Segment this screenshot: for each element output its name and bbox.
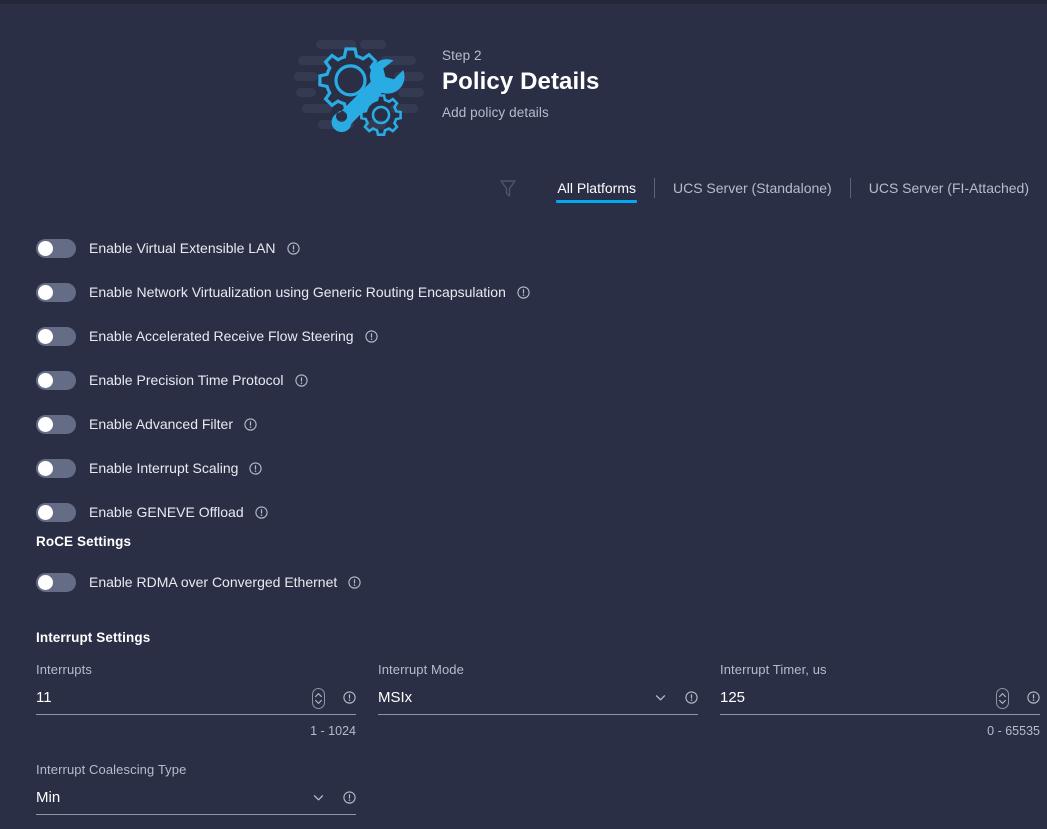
field-label: Interrupt Mode	[378, 662, 464, 677]
toggle-label: Enable Accelerated Receive Flow Steering	[89, 328, 354, 344]
filter-funnel-icon[interactable]	[495, 175, 521, 201]
page-header: Step 2 Policy Details Add policy details	[0, 26, 1047, 146]
info-circle-icon[interactable]	[249, 461, 263, 475]
interrupt-settings-fields: Interrupts 11 1 - 1024 Interrupt Mode MS	[36, 662, 1040, 738]
info-circle-icon[interactable]	[1027, 691, 1040, 704]
toggle-enable-geneve-offload[interactable]	[36, 502, 76, 522]
chevron-down-icon[interactable]	[654, 691, 667, 704]
toggle-row-geneve-offload: Enable GENEVE Offload	[36, 490, 1026, 534]
field-control[interactable]: MSIx	[378, 685, 698, 715]
toggle-label: Enable Interrupt Scaling	[89, 460, 239, 476]
interrupt-mode-value: MSIx	[378, 688, 413, 706]
tab-label: UCS Server (FI-Attached)	[868, 180, 1029, 196]
toggle-row-network-virtualization-gre: Enable Network Virtualization using Gene…	[36, 270, 1026, 314]
toggle-knob	[38, 284, 53, 300]
toggle-row-precision-time-protocol: Enable Precision Time Protocol	[36, 358, 1026, 402]
field-label: Interrupt Coalescing Type	[36, 762, 187, 777]
field-control[interactable]: Min	[36, 785, 356, 815]
toggle-label: Enable Advanced Filter	[89, 416, 233, 432]
toggle-enable-virtual-extensible-lan[interactable]	[36, 238, 76, 258]
header-text-block: Step 2 Policy Details Add policy details	[442, 48, 599, 124]
toggle-label: Enable RDMA over Converged Ethernet	[89, 574, 338, 590]
tab-list: All Platforms UCS Server (Standalone) UC…	[539, 168, 1047, 208]
toggle-knob	[38, 416, 53, 432]
info-circle-icon[interactable]	[294, 373, 308, 387]
toggle-label: Enable Precision Time Protocol	[89, 372, 284, 388]
toggle-enable-rdma-over-converged-ethernet[interactable]	[36, 572, 76, 592]
toggle-row-accelerated-receive-flow-steering: Enable Accelerated Receive Flow Steering	[36, 314, 1026, 358]
toggle-knob	[38, 574, 53, 590]
tab-ucs-server-standalone[interactable]: UCS Server (Standalone)	[655, 168, 850, 208]
toggle-enable-advanced-filter[interactable]	[36, 414, 76, 434]
interrupt-settings-heading: Interrupt Settings	[36, 630, 151, 645]
info-circle-icon[interactable]	[685, 691, 698, 704]
page-subtitle: Add policy details	[442, 105, 549, 120]
interrupt-timer-stepper[interactable]	[996, 687, 1009, 709]
info-circle-icon[interactable]	[343, 691, 356, 704]
toggle-knob	[38, 504, 53, 520]
field-interrupts: Interrupts 11 1 - 1024	[36, 662, 356, 738]
interrupts-range-hint: 1 - 1024	[310, 724, 356, 738]
info-circle-icon[interactable]	[286, 241, 300, 255]
field-interrupt-timer: Interrupt Timer, us 125 0 - 65535	[720, 662, 1040, 738]
roce-toggle-list: Enable RDMA over Converged Ethernet	[36, 560, 836, 604]
toggle-knob	[38, 240, 53, 256]
step-label: Step 2	[442, 48, 482, 63]
tab-label: UCS Server (Standalone)	[672, 180, 832, 196]
field-row-1: Interrupts 11 1 - 1024 Interrupt Mode MS	[36, 662, 1040, 738]
interrupt-coalescing-type-value: Min	[36, 788, 61, 806]
toggle-row-virtual-extensible-lan: Enable Virtual Extensible LAN	[36, 226, 1026, 270]
field-control: 11	[36, 685, 356, 715]
toggle-enable-precision-time-protocol[interactable]	[36, 370, 76, 390]
toggle-knob	[38, 328, 53, 344]
info-circle-icon[interactable]	[343, 791, 356, 804]
toggle-knob	[38, 372, 53, 388]
field-interrupt-coalescing-type: Interrupt Coalescing Type Min	[36, 762, 356, 815]
field-interrupt-mode: Interrupt Mode MSIx	[378, 662, 698, 724]
toggle-label: Enable GENEVE Offload	[89, 504, 244, 520]
feature-toggle-list: Enable Virtual Extensible LAN Enable Net…	[36, 226, 1026, 534]
roce-settings-heading: RoCE Settings	[36, 534, 132, 549]
tab-label: All Platforms	[557, 180, 636, 196]
interrupt-timer-input[interactable]: 125	[720, 690, 996, 710]
toggle-row-rdma-over-converged-ethernet: Enable RDMA over Converged Ethernet	[36, 560, 836, 604]
field-label: Interrupt Timer, us	[720, 662, 827, 677]
info-circle-icon[interactable]	[244, 417, 257, 431]
info-circle-icon[interactable]	[364, 329, 378, 343]
toggle-enable-interrupt-scaling[interactable]	[36, 458, 76, 478]
interrupts-stepper[interactable]	[312, 687, 325, 709]
toggle-enable-accelerated-receive-flow-steering[interactable]	[36, 326, 76, 346]
page-title: Policy Details	[442, 68, 600, 95]
toggle-row-interrupt-scaling: Enable Interrupt Scaling	[36, 446, 1026, 490]
toggle-knob	[38, 460, 53, 476]
info-circle-icon[interactable]	[517, 285, 530, 299]
platform-tabs-bar: All Platforms UCS Server (Standalone) UC…	[0, 168, 1047, 208]
field-label: Interrupts	[36, 662, 92, 677]
interrupts-input[interactable]: 11	[36, 690, 312, 710]
toggle-row-advanced-filter: Enable Advanced Filter	[36, 402, 1026, 446]
toggle-label: Enable Virtual Extensible LAN	[89, 240, 276, 256]
interrupt-timer-range-hint: 0 - 65535	[987, 724, 1040, 738]
tab-all-platforms[interactable]: All Platforms	[539, 168, 654, 208]
toggle-enable-network-virtualization-gre[interactable]	[36, 282, 76, 302]
chevron-down-icon[interactable]	[312, 791, 325, 804]
top-edge-strip	[0, 0, 1047, 4]
info-circle-icon[interactable]	[348, 575, 361, 589]
gear-wrench-illustration	[294, 30, 424, 142]
toggle-label: Enable Network Virtualization using Gene…	[89, 284, 506, 300]
tab-ucs-server-fi-attached[interactable]: UCS Server (FI-Attached)	[851, 168, 1047, 208]
info-circle-icon[interactable]	[254, 505, 268, 519]
field-control: 125	[720, 685, 1040, 715]
